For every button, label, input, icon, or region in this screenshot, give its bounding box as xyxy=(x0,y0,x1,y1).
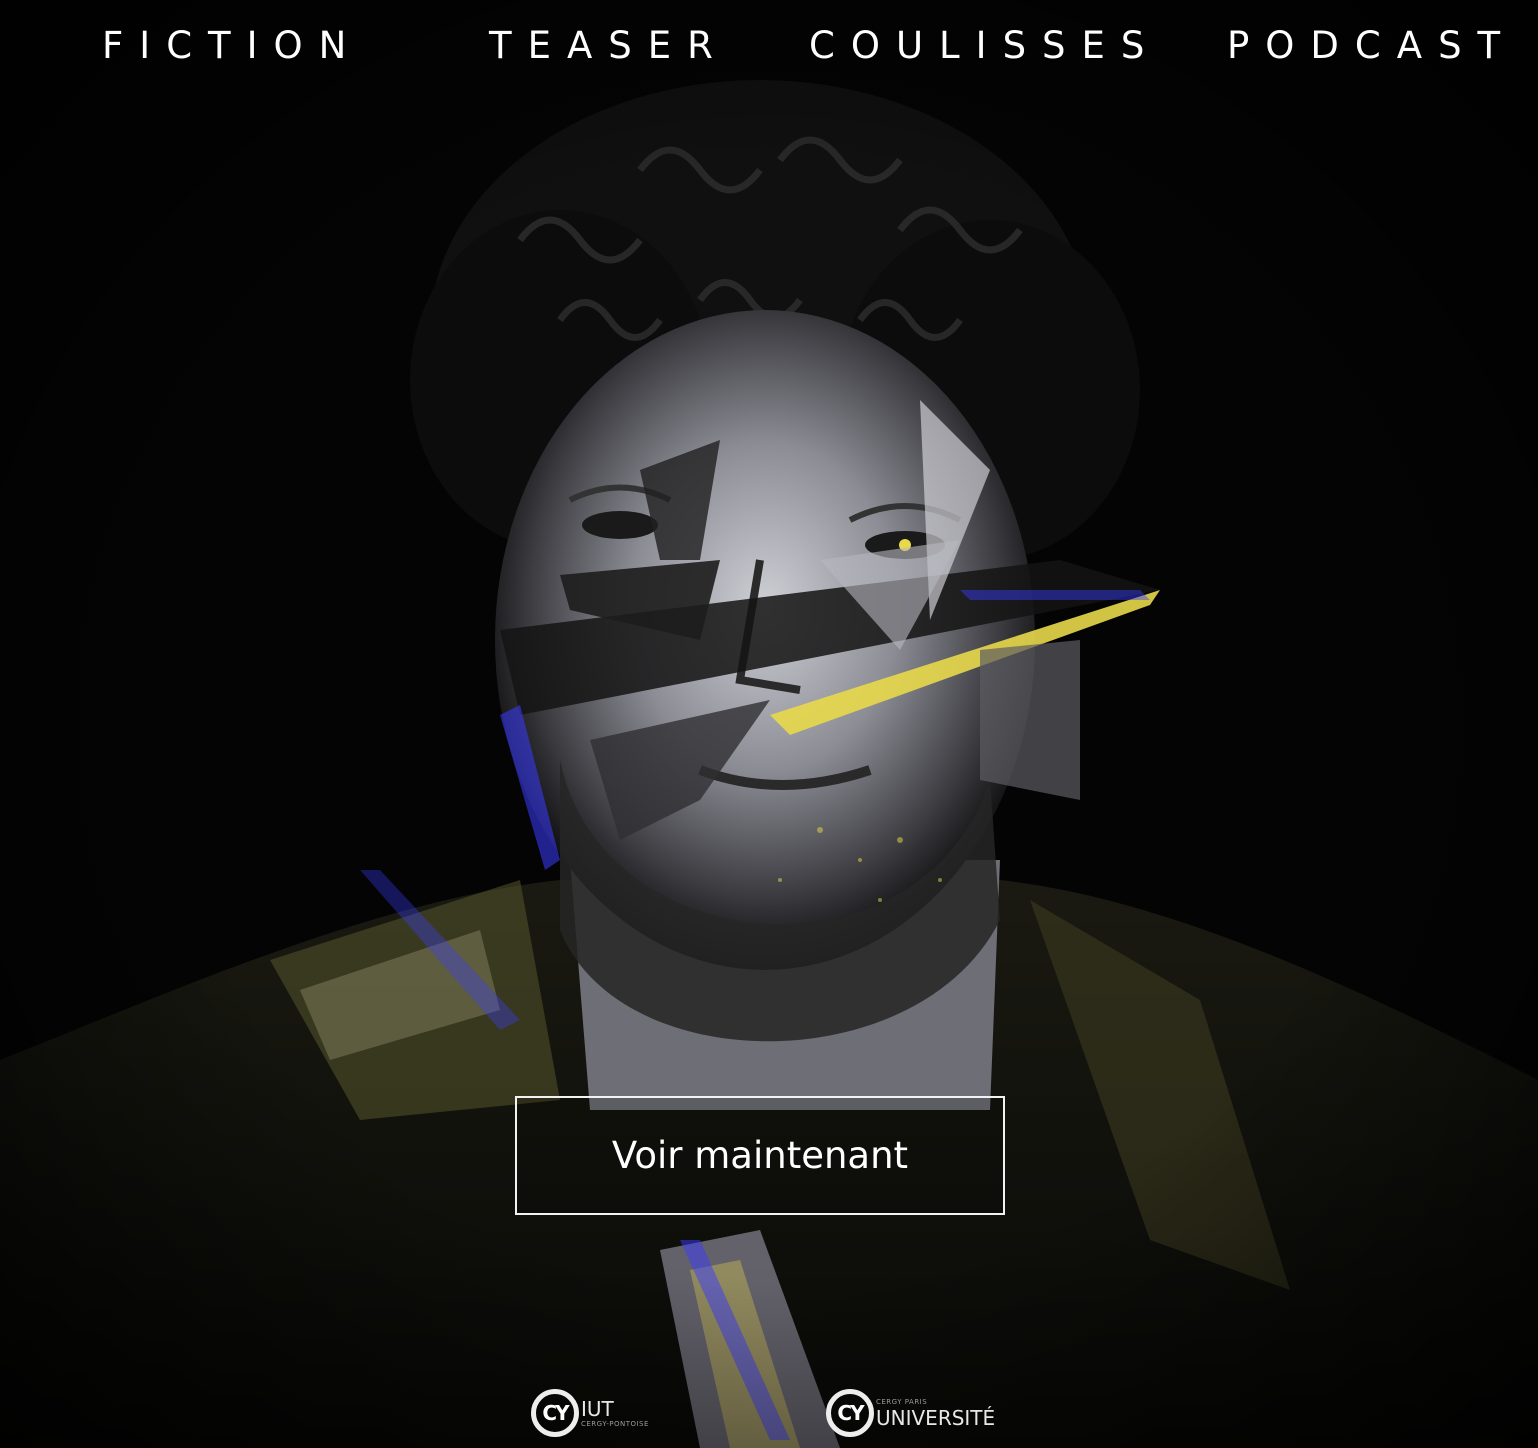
iut-logo-subtitle: CERGY-PONTOISE xyxy=(581,1419,649,1428)
cy-logo-mark-icon: CY xyxy=(531,1389,579,1437)
main-navigation: FICTION TEASER COULISSES PODCAST xyxy=(0,22,1538,72)
cy-logo-mark-icon: CY xyxy=(826,1389,874,1437)
university-logo-name: UNIVERSITÉ xyxy=(876,1405,996,1430)
hero-background-image xyxy=(0,0,1538,1448)
cy-university-logo: CY CERGY PARIS UNIVERSITÉ xyxy=(826,1383,995,1443)
partner-logos: CY IUT CERGY-PONTOISE CY CERGY PARIS UNI… xyxy=(0,1383,1538,1443)
nav-link-fiction[interactable]: FICTION xyxy=(102,22,362,70)
fragmented-portrait-illustration xyxy=(0,0,1538,1448)
nav-link-podcast[interactable]: PODCAST xyxy=(1227,22,1516,70)
cy-iut-logo: CY IUT CERGY-PONTOISE xyxy=(531,1383,649,1443)
nav-link-teaser[interactable]: TEASER xyxy=(489,22,729,70)
nav-link-coulisses[interactable]: COULISSES xyxy=(809,22,1160,70)
iut-logo-name: IUT xyxy=(581,1396,614,1421)
watch-now-button[interactable]: Voir maintenant xyxy=(515,1096,1005,1215)
